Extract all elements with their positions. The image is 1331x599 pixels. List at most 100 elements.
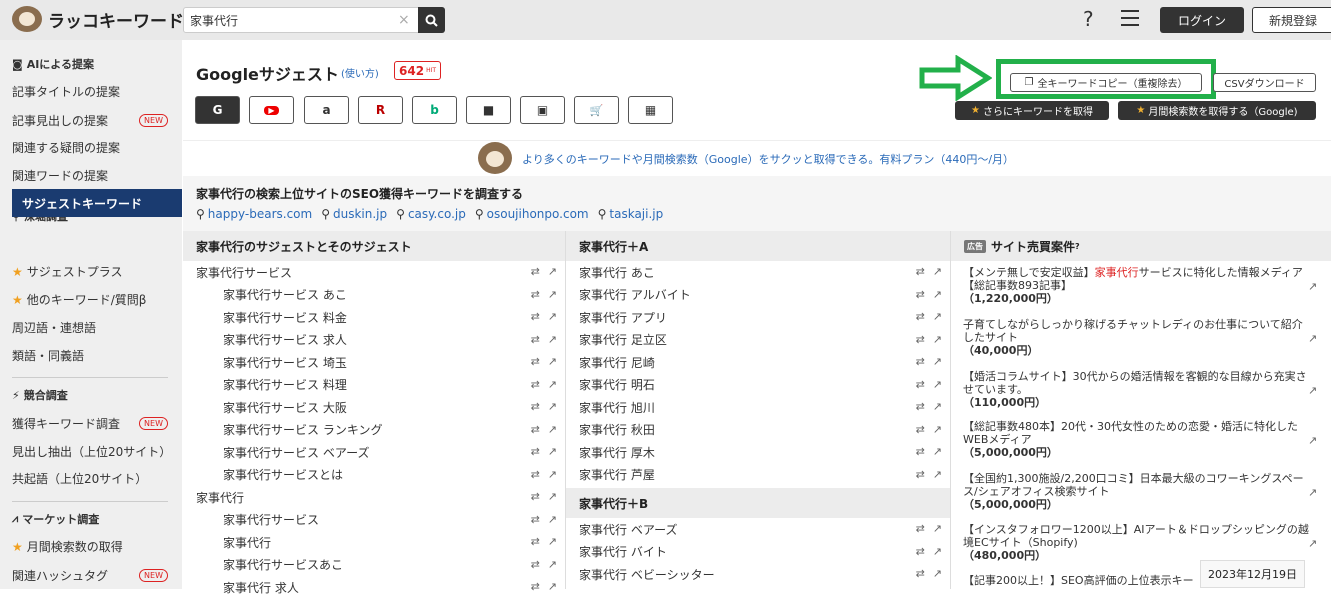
site-link[interactable]: ⚲ taskaji.jp (598, 207, 664, 221)
resuggest-icon[interactable]: ⇄ (531, 423, 540, 436)
resuggest-icon[interactable]: ⇄ (531, 468, 540, 481)
external-link-icon[interactable]: ↗ (933, 310, 942, 323)
sidebar-item-headings-extract[interactable]: 見出し抽出（上位20サイト） (12, 443, 172, 460)
sidebar-item-suggest-keywords[interactable]: サジェストキーワード (12, 189, 182, 217)
keyword-text[interactable]: 家事代行 アプリ (579, 309, 667, 326)
keyword-text[interactable]: 家事代行 バイト (579, 543, 667, 560)
engine-amazon-button[interactable]: a (304, 96, 349, 124)
promo-link[interactable]: より多くのキーワードや月間検索数（Google）をサクッと取得できる。有料プラン… (522, 151, 1014, 167)
sidebar-item-cooccurrence[interactable]: 共起語（上位20サイト） (12, 470, 172, 487)
site-link[interactable]: ⚲ casy.co.jp (396, 207, 466, 221)
keyword-row[interactable]: 家事代行 尼崎 ⇄ ↗ (566, 351, 950, 374)
external-link-icon[interactable]: ↗ (548, 558, 557, 571)
external-link-icon[interactable]: ↗ (548, 333, 557, 346)
resuggest-icon[interactable]: ⇄ (531, 310, 540, 323)
resuggest-icon[interactable]: ⇄ (916, 355, 925, 368)
resuggest-icon[interactable]: ⇄ (916, 400, 925, 413)
sidebar-item-title-suggest[interactable]: 記事タイトルの提案 (12, 83, 172, 100)
resuggest-icon[interactable]: ⇄ (916, 567, 925, 580)
external-link-icon[interactable]: ↗ (933, 567, 942, 580)
resuggest-icon[interactable]: ⇄ (916, 423, 925, 436)
keyword-text[interactable]: 家事代行 アルバイト (579, 286, 691, 303)
resuggest-icon[interactable]: ⇄ (916, 378, 925, 391)
site-link[interactable]: ⚲ happy-bears.com (196, 207, 312, 221)
keyword-row[interactable]: 家事代行サービス 料金 ⇄ ↗ (183, 306, 565, 329)
external-link-icon[interactable]: ↗ (548, 378, 557, 391)
keyword-text[interactable]: 家事代行サービス ランキング (223, 421, 382, 438)
resuggest-icon[interactable]: ⇄ (916, 333, 925, 346)
get-monthly-volume-button[interactable]: ★ 月間検索数を取得する（Google) (1118, 101, 1316, 120)
howto-link[interactable]: (使い方) (341, 65, 379, 80)
ad-listing[interactable]: 【インスタフォロワー1200以上】AIアート＆ドロップシッピングの越境ECサイト… (963, 523, 1313, 562)
sidebar-item-associations[interactable]: 周辺語・連想語 (12, 319, 172, 336)
keyword-row[interactable]: 家事代行 旭川 ⇄ ↗ (566, 396, 950, 419)
sidebar-item-synonyms[interactable]: 類語・同義語 (12, 347, 172, 364)
keyword-row[interactable]: 家事代行サービス 料理 ⇄ ↗ (183, 374, 565, 397)
external-link-icon[interactable]: ↗ (933, 355, 942, 368)
external-link-icon[interactable]: ↗ (933, 423, 942, 436)
resuggest-icon[interactable]: ⇄ (531, 265, 540, 278)
resuggest-icon[interactable]: ⇄ (531, 288, 540, 301)
external-link-icon[interactable]: ↗ (933, 265, 942, 278)
keyword-text[interactable]: 家事代行サービス 埼玉 (223, 354, 347, 371)
external-link-icon[interactable]: ↗ (933, 522, 942, 535)
ad-listing[interactable]: 【婚活コラムサイト】30代からの婚活情報を客観的な目線から充実させています。 （1… (963, 370, 1313, 409)
keyword-row[interactable]: 家事代行 ⇄ ↗ (183, 486, 565, 509)
keyword-text[interactable]: 家事代行サービス (196, 264, 292, 281)
external-link-icon[interactable]: ↗ (1308, 332, 1317, 345)
resuggest-icon[interactable]: ⇄ (916, 288, 925, 301)
keyword-row[interactable]: 家事代行 バイト ⇄ ↗ (566, 541, 950, 564)
external-link-icon[interactable]: ↗ (548, 400, 557, 413)
keyword-row[interactable]: 家事代行 ⇄ ↗ (183, 531, 565, 554)
copy-all-keywords-button[interactable]: ❐ 全キーワードコピー（重複除去） (1010, 73, 1202, 92)
sidebar-item-acquired-keywords[interactable]: 獲得キーワード調査 NEW (12, 415, 172, 432)
external-link-icon[interactable]: ↗ (1308, 537, 1317, 550)
keyword-text[interactable]: 家事代行 尼崎 (579, 354, 655, 371)
sidebar-item-hashtags[interactable]: 関連ハッシュタグ NEW (12, 567, 172, 584)
engine-google-button[interactable]: G (195, 96, 240, 124)
keyword-row[interactable]: 家事代行 あこ ⇄ ↗ (566, 261, 950, 284)
keyword-row[interactable]: 家事代行サービス ⇄ ↗ (183, 509, 565, 532)
signup-button[interactable]: 新規登録 (1252, 7, 1331, 33)
resuggest-icon[interactable]: ⇄ (916, 545, 925, 558)
login-button[interactable]: ログイン (1160, 7, 1244, 33)
resuggest-icon[interactable]: ⇄ (916, 522, 925, 535)
resuggest-icon[interactable]: ⇄ (531, 445, 540, 458)
external-link-icon[interactable]: ↗ (548, 513, 557, 526)
keyword-text[interactable]: 家事代行 明石 (579, 376, 655, 393)
resuggest-icon[interactable]: ⇄ (531, 333, 540, 346)
keyword-row[interactable]: 家事代行 芦屋 ⇄ ↗ (566, 464, 950, 487)
keyword-text[interactable]: 家事代行サービス あこ (223, 286, 347, 303)
external-link-icon[interactable]: ↗ (548, 445, 557, 458)
site-link[interactable]: ⚲ osoujihonpo.com (475, 207, 589, 221)
resuggest-icon[interactable]: ⇄ (531, 558, 540, 571)
external-link-icon[interactable]: ↗ (933, 400, 942, 413)
external-link-icon[interactable]: ↗ (1308, 434, 1317, 447)
sidebar-item-heading-suggest[interactable]: 記事見出しの提案 NEW (12, 112, 172, 129)
keyword-text[interactable]: 家事代行サービス 大阪 (223, 399, 347, 416)
clear-icon[interactable]: × (398, 12, 410, 28)
external-link-icon[interactable]: ↗ (548, 265, 557, 278)
resuggest-icon[interactable]: ⇄ (916, 468, 925, 481)
keyword-row[interactable]: 家事代行サービスあこ ⇄ ↗ (183, 554, 565, 577)
keyword-text[interactable]: 家事代行 旭川 (579, 399, 655, 416)
resuggest-icon[interactable]: ⇄ (531, 490, 540, 503)
external-link-icon[interactable]: ↗ (548, 535, 557, 548)
keyword-row[interactable]: 家事代行サービス 埼玉 ⇄ ↗ (183, 351, 565, 374)
keyword-row[interactable]: 家事代行 秋田 ⇄ ↗ (566, 419, 950, 442)
keyword-text[interactable]: 家事代行サービス 求人 (223, 331, 347, 348)
search-button[interactable] (418, 7, 445, 33)
resuggest-icon[interactable]: ⇄ (531, 400, 540, 413)
keyword-row[interactable]: 家事代行 アプリ ⇄ ↗ (566, 306, 950, 329)
sidebar-item-related-words[interactable]: 関連ワードの提案 (12, 167, 172, 184)
keyword-row[interactable]: 家事代行サービス 求人 ⇄ ↗ (183, 329, 565, 352)
external-link-icon[interactable]: ↗ (933, 288, 942, 301)
keyword-text[interactable]: 家事代行サービス 料金 (223, 309, 347, 326)
search-input[interactable] (184, 8, 394, 32)
resuggest-icon[interactable]: ⇄ (531, 580, 540, 593)
get-more-keywords-button[interactable]: ★ さらにキーワードを取得 (955, 101, 1109, 120)
external-link-icon[interactable]: ↗ (548, 580, 557, 593)
keyword-row[interactable]: 家事代行 明石 ⇄ ↗ (566, 374, 950, 397)
engine-bing-button[interactable]: b (412, 96, 457, 124)
site-link[interactable]: ⚲ duskin.jp (321, 207, 387, 221)
